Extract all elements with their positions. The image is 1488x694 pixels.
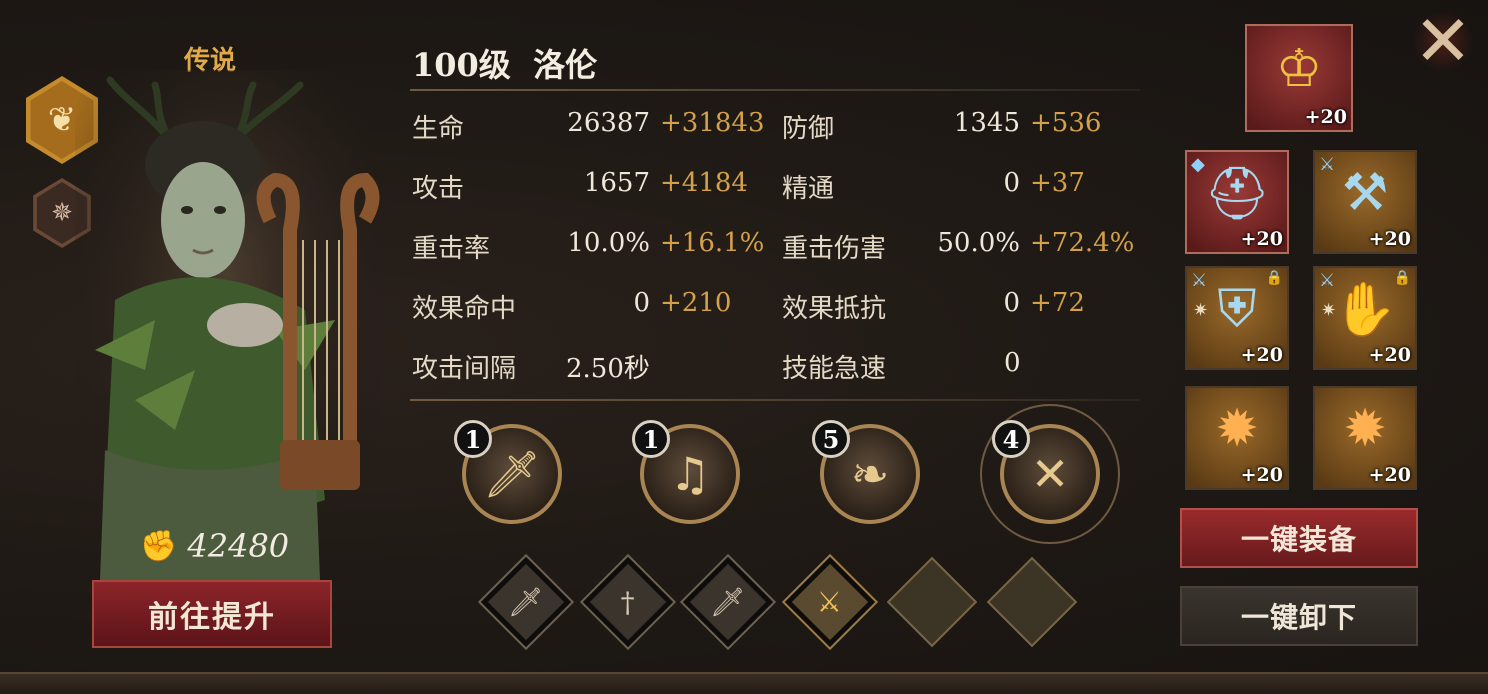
lock-icon: 🔒: [1393, 270, 1411, 286]
divider: [410, 399, 1140, 401]
equip-all-button[interactable]: 一键装备: [1180, 508, 1418, 568]
stat-label: 精通: [782, 174, 835, 204]
hero-portrait: [75, 70, 380, 580]
stat-row: 重击伤害 50.0% +72.4%: [782, 228, 1135, 268]
star-icon: ✷: [1193, 300, 1209, 321]
lyre-icon: ♫: [669, 447, 711, 501]
stat-row: 技能急速 0: [782, 348, 1132, 388]
stat-base-value: 0: [1004, 348, 1021, 378]
flaming-sword-icon: 🗡: [482, 446, 542, 501]
skill-level-badge: 1: [632, 420, 670, 458]
fist-icon: ✊: [140, 528, 178, 564]
stat-label: 重击伤害: [782, 234, 887, 264]
star-icon: ✷: [1321, 300, 1337, 321]
stat-base-value: 50.0%: [937, 228, 1020, 258]
set-icon: ⚔: [1191, 270, 1208, 291]
close-icon[interactable]: ✕: [1412, 6, 1474, 76]
amber-gem-icon: ✹: [1215, 399, 1259, 459]
crossed-blades-icon: ✕: [1030, 447, 1070, 501]
equip-slot-weapon[interactable]: ⚒ ⚔ +20: [1313, 150, 1417, 254]
stat-base-value: 2.50秒: [566, 354, 650, 384]
stat-label: 攻击: [412, 174, 465, 204]
stat-row: 生命 26387 +31843: [412, 108, 765, 148]
skill-level-badge: 4: [992, 420, 1030, 458]
go-upgrade-button[interactable]: 前往提升: [92, 580, 332, 648]
planted-sword-icon: †: [621, 585, 635, 619]
enhance-level: +20: [1240, 228, 1283, 250]
unequip-all-button[interactable]: 一键卸下: [1180, 586, 1418, 646]
stat-row: 精通 0 +37: [782, 168, 1132, 208]
equip-slot-helmet[interactable]: ⛑ ◆ +20: [1185, 150, 1289, 254]
combat-power-value: 42480: [187, 527, 290, 565]
equip-slot-gem_2[interactable]: ✹ +20: [1313, 386, 1417, 490]
stat-label: 攻击间隔: [412, 354, 517, 384]
skill-level-badge: 1: [454, 420, 492, 458]
skill-level-badge: 5: [812, 420, 850, 458]
divider: [410, 89, 1140, 91]
stat-row: 重击率 10.0% +16.1%: [412, 228, 765, 268]
enhance-level: +20: [1304, 106, 1347, 128]
set-icon: ◆: [1191, 154, 1205, 175]
stat-row: 效果抵抗 0 +72: [782, 288, 1132, 328]
stat-label: 生命: [412, 114, 465, 144]
stat-base-value: 1345: [953, 108, 1020, 138]
sword-icon: 🗡: [508, 585, 544, 619]
enhance-level: +20: [1368, 464, 1411, 486]
stat-label: 防御: [782, 114, 835, 144]
stat-bonus-value: +31843: [660, 108, 765, 138]
stat-base-value: 0: [1003, 288, 1020, 318]
lock-icon: 🔒: [1265, 270, 1283, 286]
enhance-level: +20: [1368, 228, 1411, 250]
stat-base-value: 26387: [567, 108, 650, 138]
stat-base-value: 0: [1003, 168, 1020, 198]
set-icon: ⚔: [1319, 154, 1336, 175]
stat-label: 技能急速: [782, 354, 887, 384]
stat-label: 效果抵抗: [782, 294, 887, 324]
stat-bonus-value: +37: [1030, 168, 1085, 198]
enhance-level: +20: [1240, 464, 1283, 486]
stat-row: 效果命中 0 +210: [412, 288, 762, 328]
stat-bonus-value: +72.4%: [1030, 228, 1135, 258]
hero-level-name: 100级 洛伦: [412, 46, 598, 84]
enhance-level: +20: [1368, 344, 1411, 366]
equip-slot-gloves[interactable]: ✋ ⚔ 🔒 ✷ +20: [1313, 266, 1417, 370]
stat-bonus-value: +16.1%: [660, 228, 765, 258]
crossed-swords-icon: ⚔: [817, 585, 843, 619]
sword-icon: 🗡: [710, 585, 746, 619]
stat-bonus-value: +210: [660, 288, 732, 318]
stat-bonus-value: +4184: [660, 168, 748, 198]
set-icon: ⚔: [1319, 270, 1336, 291]
stat-label: 效果命中: [412, 294, 517, 324]
stat-row: 攻击间隔 2.50秒: [412, 348, 762, 388]
enhance-level: +20: [1240, 344, 1283, 366]
stat-base-value: 1657: [583, 168, 650, 198]
equip-slot-gem_1[interactable]: ✹ +20: [1185, 386, 1289, 490]
amber-gem-icon: ✹: [1343, 399, 1387, 459]
equip-slot-armor[interactable]: ⛨ ⚔ 🔒 ✷ +20: [1185, 266, 1289, 370]
stat-row: 攻击 1657 +4184: [412, 168, 762, 208]
stat-bonus-value: +536: [1030, 108, 1102, 138]
equip-slot-accessory[interactable]: ♔ +20: [1245, 24, 1353, 132]
stat-bonus-value: +72: [1030, 288, 1085, 318]
combat-power: ✊ 42480: [140, 524, 289, 568]
stat-row: 防御 1345 +536: [782, 108, 1132, 148]
antler-crown-icon: ♔: [1275, 38, 1323, 99]
bottom-strip: [0, 672, 1488, 694]
stat-label: 重击率: [412, 234, 491, 264]
stat-base-value: 10.0%: [567, 228, 650, 258]
spirit-icon: ❧: [850, 447, 890, 501]
stat-base-value: 0: [633, 288, 650, 318]
